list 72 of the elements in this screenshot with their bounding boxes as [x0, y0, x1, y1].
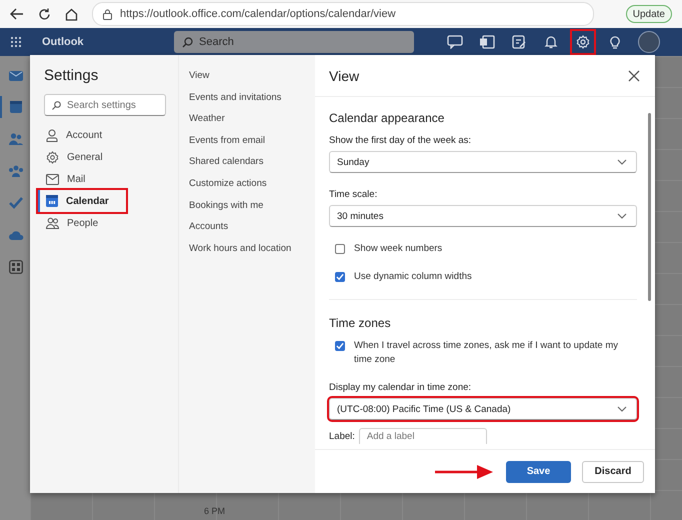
note-icon[interactable] [511, 35, 527, 49]
field-label: Display my calendar in time zone: [329, 382, 472, 393]
chevron-down-icon [617, 213, 627, 219]
close-button[interactable] [628, 70, 640, 82]
settings-icon[interactable] [576, 35, 590, 49]
back-icon[interactable] [10, 8, 24, 20]
dropdown[interactable]: 30 minutes [329, 205, 637, 227]
checkbox-label: Show week numbers [354, 242, 442, 256]
section-heading: Calendar appearance [329, 111, 446, 125]
address-bar[interactable]: https://outlook.office.com/calendar/options/calendar/view [92, 2, 594, 26]
settings-search-field[interactable]: Search settings [44, 94, 166, 116]
checkbox-label: When I travel across time zones, ask me if I want to update my time zone [354, 339, 619, 367]
checkbox-label: Use dynamic column widths [354, 270, 472, 284]
settings-subcategory[interactable]: Bookings with me [189, 200, 315, 222]
field-label: Time scale: [329, 189, 378, 200]
chat-icon[interactable] [447, 35, 463, 49]
checkbox[interactable] [335, 341, 345, 351]
search-placeholder: Search [199, 36, 234, 48]
avatar[interactable] [638, 31, 660, 53]
search-field[interactable]: Search [174, 31, 414, 53]
section-heading: Time zones [329, 316, 392, 330]
discard-button[interactable]: Discard [582, 460, 644, 482]
search-icon [52, 100, 61, 110]
person-icon [46, 128, 58, 142]
search-placeholder: Search settings [67, 100, 136, 110]
settings-subcategory[interactable]: Events and invitations [189, 92, 315, 114]
checkbox[interactable] [335, 244, 345, 254]
settings-icon [46, 150, 59, 164]
time-label: 6 PM [203, 506, 226, 518]
dropdown[interactable]: (UTC-08:00) Pacific Time (US & Canada) [329, 398, 637, 420]
settings-category[interactable]: Calendar [38, 190, 126, 212]
dialog-title: Settings [44, 67, 100, 84]
home-icon[interactable] [65, 8, 78, 20]
settings-subcategory[interactable]: Accounts [189, 222, 315, 244]
settings-subcategory[interactable]: View [189, 71, 315, 93]
people-icon [46, 217, 59, 229]
close-icon [628, 70, 640, 82]
bell-icon[interactable] [544, 35, 558, 49]
lightbulb-icon[interactable] [609, 35, 621, 49]
settings-category[interactable]: Account [38, 124, 126, 146]
settings-subcategory[interactable]: Events from email [189, 136, 315, 158]
calendar-icon[interactable] [9, 100, 23, 114]
app-launcher-icon[interactable] [10, 36, 22, 48]
checkmark-icon[interactable] [9, 197, 23, 209]
checkbox[interactable] [335, 272, 345, 282]
lock-icon [103, 8, 112, 20]
dropdown[interactable]: Sunday [329, 151, 637, 173]
settings-subcategory[interactable]: Customize actions [189, 178, 315, 201]
settings-category[interactable]: General [38, 146, 126, 168]
app-name: Outlook [42, 36, 85, 48]
toolbar-button[interactable] [572, 31, 594, 53]
search-icon [182, 36, 193, 48]
url-text: https://outlook.office.com/calendar/options/calendar/view [120, 8, 396, 20]
chevron-down-icon [617, 159, 627, 165]
field-label: Label: [329, 430, 355, 442]
settings-category[interactable]: Mail [38, 168, 126, 190]
refresh-icon[interactable] [38, 8, 51, 20]
mail-icon[interactable] [8, 68, 24, 82]
save-button[interactable]: Save [506, 460, 571, 482]
settings-subcategory[interactable]: Weather [189, 114, 315, 136]
panel-title: View [329, 68, 360, 84]
chevron-down-icon [617, 406, 627, 412]
update-button[interactable]: Update [626, 5, 672, 23]
settings-subcategory[interactable]: Shared calendars [189, 157, 315, 179]
label-input-field[interactable]: Add a label [358, 428, 487, 444]
document-icon[interactable] [479, 35, 495, 49]
apps-icon[interactable] [9, 260, 23, 274]
settings-category[interactable]: People [38, 212, 126, 234]
mail-icon [46, 174, 59, 184]
field-label: Show the first day of the week as: [329, 135, 472, 146]
settings-subcategory[interactable]: Work hours and location [189, 244, 315, 266]
calendar-icon [46, 195, 58, 207]
